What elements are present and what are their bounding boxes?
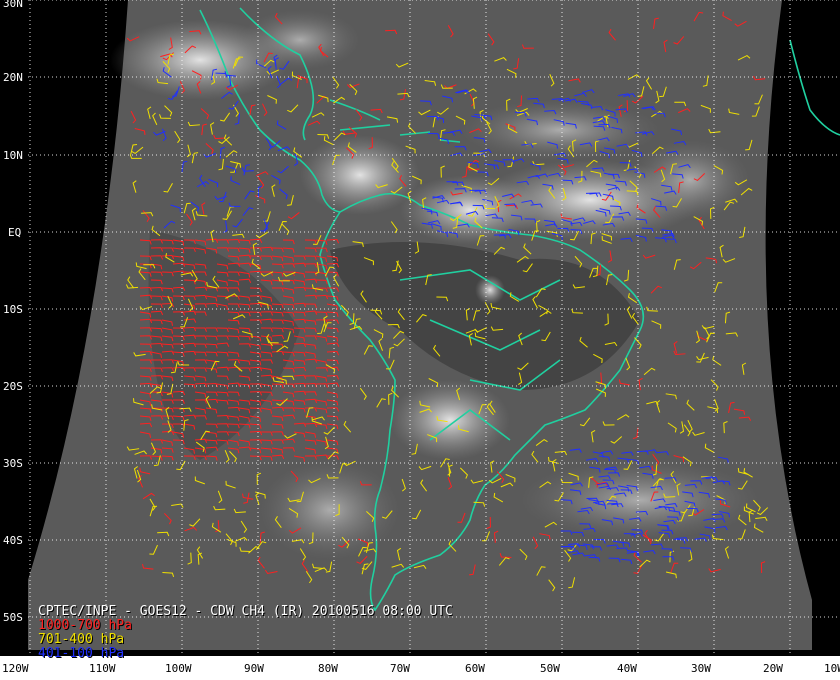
lon-label: 20W: [763, 662, 783, 675]
map-title: CPTEC/INPE - GOES12 - CDW CH4 (IR) 20100…: [38, 604, 453, 619]
bottom-axis-band: [0, 656, 840, 680]
lon-label: 80W: [318, 662, 338, 675]
lon-label: 100W: [165, 662, 192, 675]
lat-label: 20S: [3, 380, 23, 393]
lat-label: 30S: [3, 457, 23, 470]
lon-label: 30W: [691, 662, 711, 675]
lon-label: 40W: [617, 662, 637, 675]
lon-label: 120W: [2, 662, 29, 675]
legend-high-level: 401-100 hPa: [38, 646, 125, 661]
lon-label: 70W: [390, 662, 410, 675]
lon-label: 50W: [540, 662, 560, 675]
legend-mid-level: 701-400 hPa: [38, 632, 125, 647]
lat-label: 10N: [3, 149, 23, 162]
lon-label: 60W: [465, 662, 485, 675]
lon-label: 10W: [824, 662, 840, 675]
lon-label: 110W: [89, 662, 116, 675]
satellite-wind-map: 30N 20N 10N EQ 10S 20S 30S 40S 50S 120W …: [0, 0, 840, 680]
lat-label: EQ: [8, 226, 22, 239]
legend-low-level: 1000-700 hPa: [38, 618, 132, 633]
africa-coastline: [789, 39, 840, 136]
lat-label: 40S: [3, 534, 23, 547]
lon-label: 90W: [244, 662, 264, 675]
lat-label: 50S: [3, 611, 23, 624]
map-canvas: [0, 0, 840, 680]
lat-label: 30N: [3, 0, 23, 10]
lat-label: 10S: [3, 303, 23, 316]
lat-label: 20N: [3, 71, 23, 84]
